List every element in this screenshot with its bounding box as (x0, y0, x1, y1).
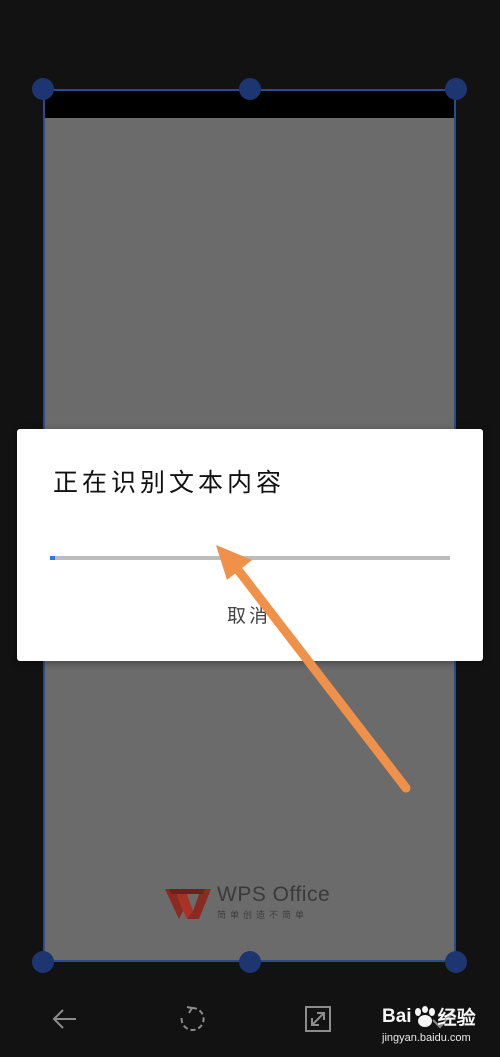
crop-handle-top-center[interactable] (239, 78, 261, 100)
paw-icon (414, 1005, 435, 1027)
crop-handle-top-left[interactable] (32, 78, 54, 100)
back-button[interactable] (46, 1001, 82, 1037)
baidu-jingyan-watermark: Bai 经验 jingyan.baidu.com (382, 1003, 476, 1044)
watermark-url: jingyan.baidu.com (382, 1032, 471, 1044)
expand-icon (305, 1006, 331, 1032)
dialog-title: 正在识别文本内容 (53, 468, 286, 497)
progress-bar-fill (50, 556, 55, 560)
crop-handle-top-right[interactable] (445, 78, 467, 100)
watermark-brand-right: 经验 (437, 1008, 476, 1029)
wps-logo-icon (165, 888, 211, 919)
rotate-button[interactable] (174, 1001, 210, 1037)
crop-handle-bottom-center[interactable] (239, 951, 261, 973)
wps-office-logo: WPS Office 简单创造不简单 (165, 884, 330, 921)
crop-handle-bottom-right[interactable] (445, 951, 467, 973)
wps-logo-slogan: 简单创造不简单 (217, 911, 309, 921)
screen: WPS Office 简单创造不简单 正在识别文本内容 取消 Bai 经验 ji… (0, 0, 500, 1057)
crop-handle-bottom-left[interactable] (32, 951, 54, 973)
rotate-icon (180, 1006, 205, 1031)
progress-bar (50, 556, 450, 560)
cancel-button[interactable]: 取消 (227, 601, 271, 628)
watermark-brand-left: Bai (382, 1005, 412, 1027)
expand-button[interactable] (300, 1001, 336, 1037)
back-arrow-icon (52, 1009, 76, 1029)
recognition-progress-dialog: 正在识别文本内容 取消 (17, 429, 483, 661)
wps-logo-name: WPS Office (217, 883, 331, 906)
